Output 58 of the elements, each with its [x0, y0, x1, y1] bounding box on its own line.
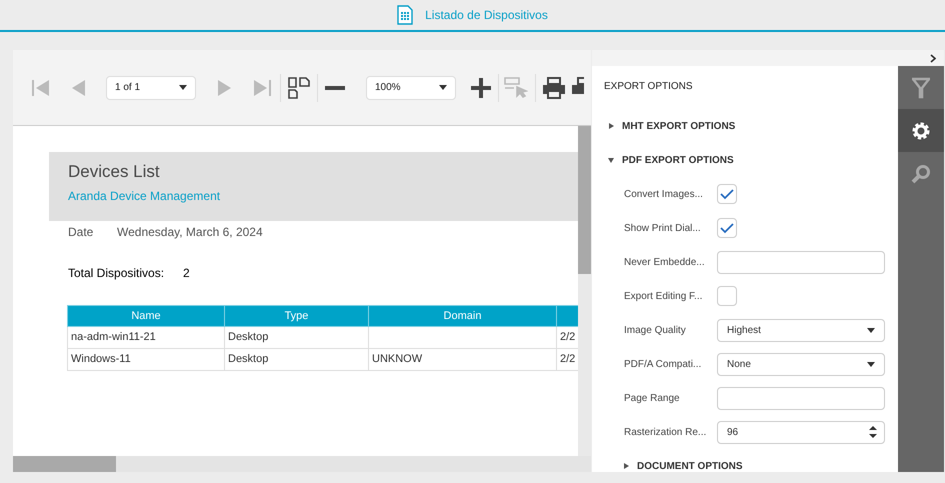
- field-label: Never Embedde...: [624, 256, 706, 270]
- dropdown[interactable]: None: [717, 352, 885, 376]
- checkbox[interactable]: [717, 184, 737, 204]
- multipage-icon[interactable]: [287, 76, 311, 100]
- panel-title: EXPORT OPTIONS: [604, 80, 694, 94]
- report-subtitle: Aranda Device Management: [68, 188, 222, 205]
- field-label: Image Quality: [624, 324, 687, 338]
- table-cell: UNKNOW: [368, 348, 556, 370]
- column-header: Domain: [368, 306, 556, 326]
- expand-arrow-icon[interactable]: [608, 123, 614, 129]
- section-header[interactable]: MHT EXPORT OPTIONS: [604, 109, 898, 143]
- field-label: Export Editing F...: [624, 290, 704, 304]
- vertical-scrollbar[interactable]: [578, 126, 591, 274]
- checkbox[interactable]: [717, 218, 737, 238]
- table-cell: Desktop: [224, 326, 368, 348]
- table-cell: na-adm-win11-21: [68, 326, 224, 348]
- chevron-right-icon[interactable]: [930, 54, 936, 62]
- checkmark-icon: [720, 222, 734, 234]
- input-field[interactable]: [717, 386, 885, 410]
- document-icon: [397, 5, 414, 25]
- column-header: Name: [68, 306, 224, 326]
- field-label: Rasterization Re...: [624, 426, 708, 440]
- expand-arrow-icon[interactable]: [623, 463, 629, 469]
- checkbox[interactable]: [717, 286, 737, 306]
- caret-icon: [179, 85, 187, 90]
- printer-icon[interactable]: [542, 76, 566, 100]
- number-field[interactable]: 96: [717, 420, 885, 444]
- checkmark-icon: [720, 188, 734, 200]
- page-title: Listado de Dispositivos: [425, 7, 548, 24]
- field-label: Page Range: [624, 392, 681, 406]
- table-cell: Desktop: [224, 348, 368, 370]
- column-header: Type: [224, 306, 368, 326]
- funnel-icon: [911, 76, 931, 98]
- section-header[interactable]: DOCUMENT OPTIONS: [604, 449, 898, 472]
- gear-icon: [911, 120, 931, 140]
- zoom-in-icon[interactable]: [470, 76, 492, 98]
- field-label: Convert Images...: [624, 188, 704, 202]
- input-field[interactable]: [717, 250, 885, 274]
- search-icon: [911, 164, 931, 184]
- date-value: Wednesday, March 6, 2024: [117, 224, 263, 241]
- section-header[interactable]: PDF EXPORT OPTIONS: [604, 143, 898, 177]
- caret-icon: [867, 328, 875, 332]
- settings-tab[interactable]: [898, 109, 944, 152]
- field-label: PDF/A Compati...: [624, 358, 702, 372]
- total-value: 2: [183, 265, 190, 282]
- caret-icon: [439, 85, 447, 90]
- dropdown[interactable]: Highest: [717, 318, 885, 342]
- field-label: Show Print Dial...: [624, 222, 702, 236]
- report-title: Devices List: [68, 161, 161, 183]
- horizontal-scrollbar[interactable]: [13, 456, 116, 472]
- date-label: Date: [68, 224, 94, 241]
- caret-icon: [867, 362, 875, 366]
- zoom-selector[interactable]: 100%: [366, 76, 456, 100]
- page-selector[interactable]: 1 of 1: [106, 76, 196, 100]
- table-cell: Windows-11: [68, 348, 224, 370]
- collapse-arrow-icon[interactable]: [608, 157, 614, 163]
- spinner-icon[interactable]: [869, 425, 877, 439]
- total-label: Total Dispositivos:: [68, 265, 166, 282]
